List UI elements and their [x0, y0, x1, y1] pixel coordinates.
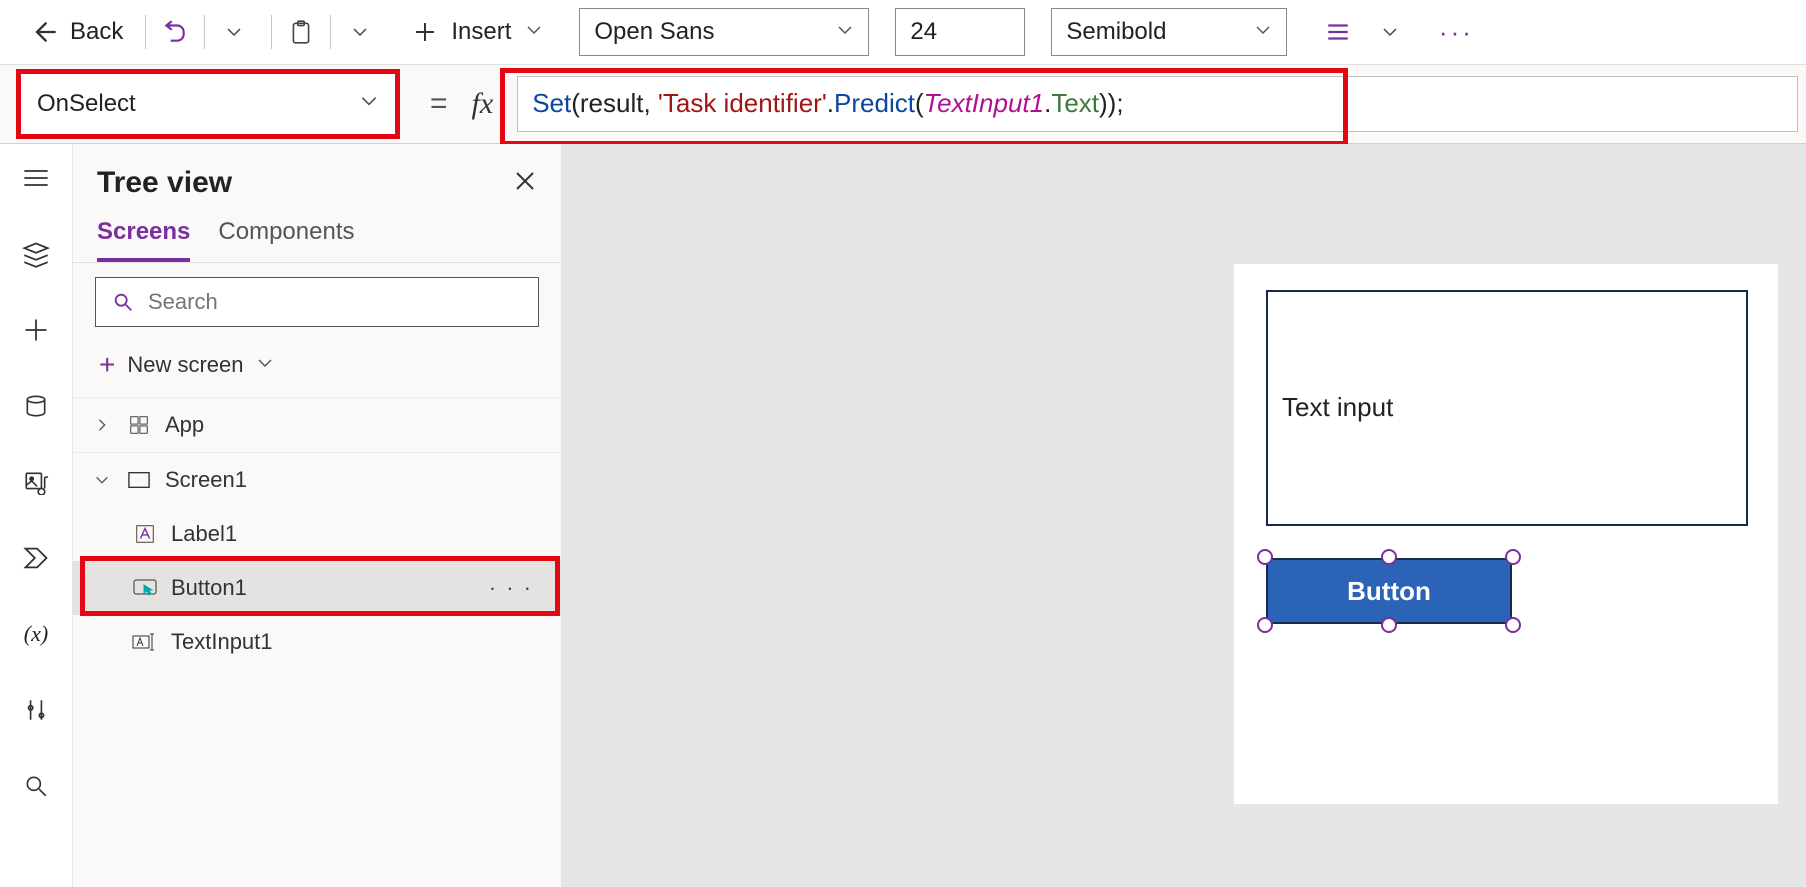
canvas-button[interactable]: Button [1266, 558, 1512, 624]
resize-handle-tc[interactable] [1381, 549, 1397, 565]
screen-icon [125, 471, 153, 489]
hamburger-button[interactable] [16, 158, 56, 198]
resize-handle-br[interactable] [1505, 617, 1521, 633]
app-icon [125, 414, 153, 436]
textinput-value: Text input [1282, 392, 1393, 422]
chevron-down-icon [359, 90, 379, 118]
close-panel-button[interactable] [513, 169, 537, 198]
ellipsis-icon: ··· [1439, 17, 1474, 48]
tools-button[interactable] [16, 690, 56, 730]
divider [330, 15, 331, 49]
resize-handle-bc[interactable] [1381, 617, 1397, 633]
fx-icon[interactable]: fx [472, 87, 494, 121]
tree-node-label: Screen1 [165, 467, 247, 493]
tree-search[interactable] [95, 277, 539, 327]
tree-node-button1[interactable]: Button1 · · · [73, 561, 561, 615]
search-rail-button[interactable] [16, 766, 56, 806]
tree-node-label: App [165, 412, 204, 438]
paste-dropdown[interactable] [343, 15, 377, 49]
left-rail: (x) [0, 144, 72, 887]
tree-title: Tree view [97, 166, 232, 200]
font-family-value: Open Sans [594, 18, 714, 46]
formula-text: Set(result, 'Task identifier'.Predict(Te… [532, 88, 1123, 120]
resize-handle-bl[interactable] [1257, 617, 1273, 633]
tree-view-panel: Tree view Screens Components + New scree… [72, 144, 562, 887]
chevron-down-icon [836, 18, 854, 46]
formula-input[interactable]: Set(result, 'Task identifier'.Predict(Te… [517, 76, 1798, 132]
chevron-down-icon [1254, 18, 1272, 46]
insert-rail-button[interactable] [16, 310, 56, 350]
insert-button[interactable]: Insert [403, 12, 553, 52]
paste-button[interactable] [284, 15, 318, 49]
tree-node-label: Label1 [171, 521, 237, 547]
button-icon [131, 579, 159, 597]
main-area: (x) Tree view Screens Components + [0, 144, 1806, 887]
divider [271, 15, 272, 49]
tab-components[interactable]: Components [218, 218, 354, 262]
font-weight-select[interactable]: Semibold [1051, 8, 1287, 56]
node-more-button[interactable]: · · · [489, 575, 533, 601]
tree-tabs: Screens Components [73, 210, 561, 263]
resize-handle-tl[interactable] [1257, 549, 1273, 565]
tree-node-label1[interactable]: Label1 [73, 507, 561, 561]
tree-search-input[interactable] [148, 289, 522, 315]
tab-screens[interactable]: Screens [97, 218, 190, 262]
tree-node-textinput1[interactable]: TextInput1 [73, 615, 561, 669]
textinput-icon [131, 633, 159, 651]
canvas-screen[interactable]: Text input Button [1234, 264, 1778, 804]
new-screen-label: New screen [127, 352, 243, 378]
button-label: Button [1347, 576, 1431, 607]
font-size-value: 24 [910, 18, 937, 46]
align-dropdown[interactable] [1373, 15, 1407, 49]
font-family-select[interactable]: Open Sans [579, 8, 869, 56]
chevron-down-icon [256, 352, 274, 378]
property-selector[interactable]: OnSelect [18, 71, 398, 137]
back-button[interactable]: Back [20, 12, 133, 52]
chevron-down-icon [91, 472, 113, 488]
variables-button[interactable]: (x) [16, 614, 56, 654]
font-weight-value: Semibold [1066, 18, 1166, 46]
insert-label: Insert [451, 18, 511, 46]
formula-bar: OnSelect = fx Set(result, 'Task identifi… [0, 64, 1806, 144]
undo-button[interactable] [158, 15, 192, 49]
tree-node-label: Button1 [171, 575, 247, 601]
top-toolbar: Back Insert Open Sans 24 Semibold [0, 0, 1806, 64]
search-icon [112, 291, 134, 313]
plus-icon [413, 20, 437, 44]
canvas-button-selection[interactable]: Button [1266, 558, 1512, 624]
media-button[interactable] [16, 462, 56, 502]
more-button[interactable]: ··· [1439, 15, 1473, 49]
property-value: OnSelect [37, 90, 136, 118]
power-automate-button[interactable] [16, 538, 56, 578]
new-screen-button[interactable]: + New screen [73, 341, 561, 397]
arrow-left-icon [30, 18, 58, 46]
chevron-right-icon [91, 417, 113, 433]
canvas-textinput[interactable]: Text input [1266, 290, 1748, 526]
canvas[interactable]: Text input Button [562, 144, 1806, 887]
equals-sign: = [430, 87, 448, 121]
divider [145, 15, 146, 49]
tree-node-app[interactable]: App [73, 397, 561, 452]
tree-node-screen1[interactable]: Screen1 [73, 452, 561, 507]
font-size-select[interactable]: 24 [895, 8, 1025, 56]
data-button[interactable] [16, 386, 56, 426]
undo-dropdown[interactable] [217, 15, 251, 49]
variable-icon: (x) [24, 621, 48, 647]
plus-icon: + [99, 349, 115, 381]
label-icon [131, 523, 159, 545]
resize-handle-tr[interactable] [1505, 549, 1521, 565]
chevron-down-icon [525, 18, 543, 46]
back-label: Back [70, 18, 123, 46]
close-icon [513, 169, 537, 193]
tree-node-label: TextInput1 [171, 629, 273, 655]
align-button[interactable] [1321, 15, 1355, 49]
divider [204, 15, 205, 49]
tree-view-button[interactable] [16, 234, 56, 274]
tree-list: App Screen1 Label1 [73, 397, 561, 887]
